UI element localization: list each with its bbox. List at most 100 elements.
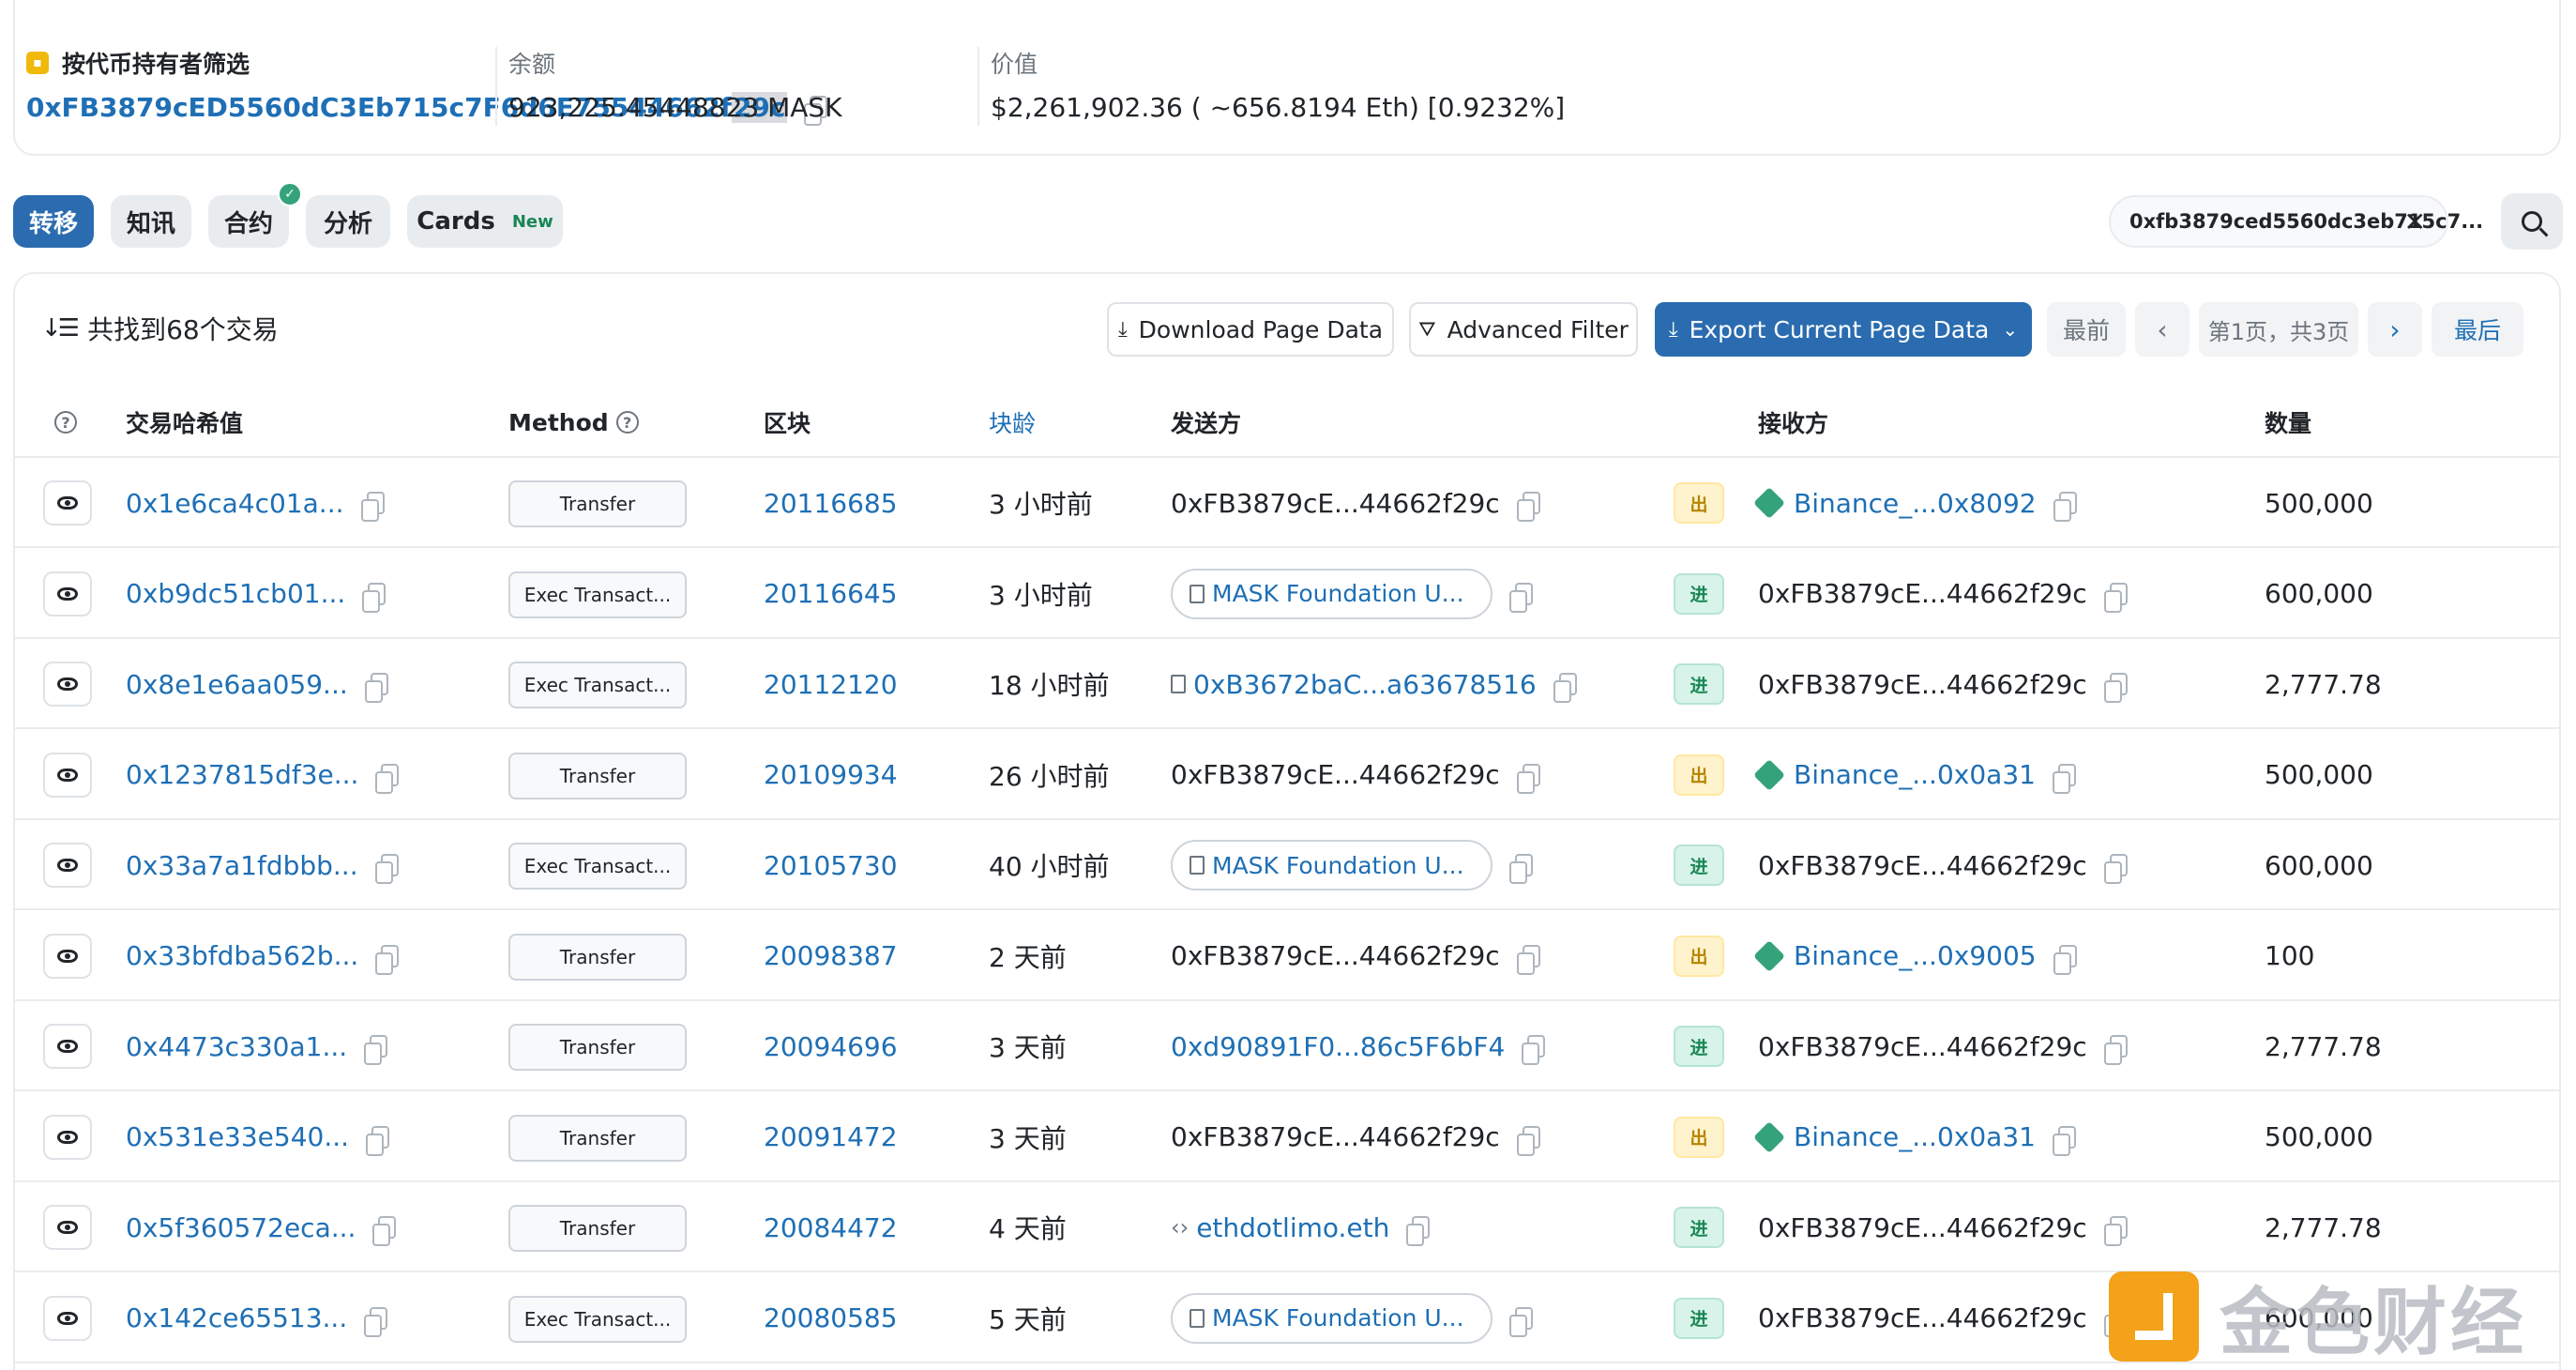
tab-contract[interactable]: 合约 <box>208 195 289 248</box>
block-link[interactable]: 20105730 <box>764 820 898 910</box>
close-icon[interactable]: ✕ <box>2404 206 2426 237</box>
to-address[interactable]: 0xFB3879cE...44662f29c <box>1758 850 2087 881</box>
block-link[interactable]: 20116645 <box>764 549 898 639</box>
copy-icon[interactable] <box>364 1035 388 1065</box>
prev-page-button[interactable]: ‹ <box>2135 302 2190 357</box>
to-address-link[interactable]: Binance_...0x0a31 <box>1794 1121 2036 1152</box>
copy-icon[interactable] <box>1508 1306 1533 1337</box>
tab-transfers[interactable]: 转移 <box>13 195 94 248</box>
copy-icon[interactable] <box>375 763 400 794</box>
from-address[interactable]: 0xFB3879cE...44662f29c <box>1171 488 1500 519</box>
to-address-link[interactable]: Binance_...0x0a31 <box>1794 759 2036 790</box>
sort-icon[interactable]: ↓☰ <box>41 314 80 342</box>
copy-icon[interactable] <box>2052 763 2076 794</box>
copy-icon[interactable] <box>2103 582 2128 613</box>
from-address-tag[interactable]: MASK Foundation U... <box>1171 840 1493 890</box>
view-details-button[interactable] <box>43 662 92 707</box>
view-details-button[interactable] <box>43 571 92 616</box>
copy-icon[interactable] <box>2103 1035 2128 1065</box>
tx-hash-link[interactable]: 0x4473c330a1... <box>126 1031 347 1062</box>
tab-info[interactable]: 知讯 <box>111 195 191 248</box>
tab-cards[interactable]: Cards New <box>407 195 563 248</box>
from-address[interactable]: 0xFB3879cE...44662f29c <box>1171 759 1500 790</box>
next-page-button[interactable]: › <box>2368 302 2422 357</box>
block-link[interactable]: 20084472 <box>764 1182 898 1272</box>
block-link[interactable]: 20109934 <box>764 730 898 820</box>
help-icon[interactable]: ? <box>615 411 639 434</box>
tx-hash-link[interactable]: 0x33bfdba562b... <box>126 940 358 971</box>
from-cell: MASK Foundation U... <box>1171 820 1533 910</box>
to-address[interactable]: 0xFB3879cE...44662f29c <box>1758 578 2087 609</box>
copy-icon[interactable] <box>1508 854 1533 884</box>
export-page-data-button[interactable]: ⤓ Export Current Page Data ⌄ <box>1655 302 2032 357</box>
block-link[interactable]: 20094696 <box>764 1001 898 1091</box>
copy-icon[interactable] <box>2052 1125 2076 1156</box>
view-details-button[interactable] <box>43 480 92 525</box>
view-details-button[interactable] <box>43 1114 92 1160</box>
copy-icon[interactable] <box>1522 1035 1546 1065</box>
from-address-link[interactable]: 0xd90891F0...86c5F6bF4 <box>1171 1031 1505 1062</box>
view-details-button[interactable] <box>43 843 92 888</box>
to-address[interactable]: 0xFB3879cE...44662f29c <box>1758 1302 2087 1333</box>
download-page-data-button[interactable]: ⤓ Download Page Data <box>1107 302 1394 357</box>
from-address-tag[interactable]: MASK Foundation U... <box>1171 1292 1493 1344</box>
tx-hash-link[interactable]: 0x531e33e540... <box>126 1121 349 1152</box>
block-link[interactable]: 20080585 <box>764 1273 898 1363</box>
view-details-button[interactable] <box>43 933 92 979</box>
copy-icon[interactable] <box>1508 582 1533 613</box>
copy-icon[interactable] <box>2053 944 2077 975</box>
tx-hash-link[interactable]: 0x5f360572eca... <box>126 1212 356 1243</box>
view-details-button[interactable] <box>43 1205 92 1250</box>
from-ens-link[interactable]: ethdotlimo.eth <box>1196 1212 1389 1243</box>
to-address-link[interactable]: Binance_...0x8092 <box>1794 488 2037 519</box>
copy-icon[interactable] <box>2103 1216 2128 1246</box>
copy-icon[interactable] <box>1516 763 1540 794</box>
copy-icon[interactable] <box>2103 673 2128 703</box>
from-address[interactable]: 0xFB3879cE...44662f29c <box>1171 940 1500 971</box>
tx-hash-link[interactable]: 0x33a7a1fdbbb... <box>126 850 358 881</box>
copy-icon[interactable] <box>1406 1216 1431 1246</box>
address-filter-chip[interactable]: 0xfb3879ced5560dc3eb715c7... ✕ <box>2109 195 2483 248</box>
copy-icon[interactable] <box>1516 944 1540 975</box>
view-details-button[interactable] <box>43 1024 92 1069</box>
to-address[interactable]: 0xFB3879cE...44662f29c <box>1758 1031 2087 1062</box>
search-button[interactable] <box>2501 193 2563 250</box>
copy-icon[interactable] <box>1516 1125 1540 1156</box>
copy-icon[interactable] <box>1553 673 1577 703</box>
copy-icon[interactable] <box>364 1306 388 1337</box>
view-details-button[interactable] <box>43 752 92 798</box>
copy-icon[interactable] <box>364 673 388 703</box>
copy-icon[interactable] <box>2053 492 2077 522</box>
tx-hash-link[interactable]: 0x1237815df3e... <box>126 759 358 790</box>
tx-hash-link[interactable]: 0x142ce65513... <box>126 1302 347 1333</box>
age-column-header[interactable]: 块龄 <box>989 403 1036 441</box>
block-link[interactable]: 20116685 <box>764 458 898 548</box>
copy-icon[interactable] <box>372 1216 397 1246</box>
last-page-button[interactable]: 最后 <box>2432 302 2523 357</box>
copy-icon[interactable] <box>2103 854 2128 884</box>
copy-icon[interactable] <box>366 1125 390 1156</box>
to-address[interactable]: 0xFB3879cE...44662f29c <box>1758 1212 2087 1243</box>
block-link[interactable]: 20098387 <box>764 911 898 1001</box>
from-address-tag[interactable]: MASK Foundation U... <box>1171 568 1493 619</box>
block-link[interactable]: 20112120 <box>764 639 898 729</box>
copy-icon[interactable] <box>360 492 385 522</box>
copy-icon[interactable] <box>374 854 399 884</box>
tx-hash-link[interactable]: 0x1e6ca4c01a... <box>126 488 344 519</box>
copy-icon[interactable] <box>1516 492 1540 522</box>
help-icon[interactable]: ? <box>54 411 77 434</box>
tx-hash-link[interactable]: 0x8e1e6aa059... <box>126 669 348 700</box>
advanced-filter-button[interactable]: ⛛ Advanced Filter <box>1409 302 1638 357</box>
view-details-button[interactable] <box>43 1295 92 1341</box>
from-address[interactable]: 0xFB3879cE...44662f29c <box>1171 1121 1500 1152</box>
tab-analytics[interactable]: 分析 <box>306 195 390 248</box>
to-address-link[interactable]: Binance_...0x9005 <box>1794 940 2037 971</box>
block-link[interactable]: 20091472 <box>764 1092 898 1182</box>
copy-icon[interactable] <box>375 944 400 975</box>
from-address-link[interactable]: 0xB3672baC...a63678516 <box>1193 669 1537 700</box>
copy-icon[interactable] <box>362 582 386 613</box>
tx-hash-link[interactable]: 0xb9dc51cb01... <box>126 578 345 609</box>
eye-icon <box>57 1221 78 1234</box>
first-page-button[interactable]: 最前 <box>2047 302 2126 357</box>
to-address[interactable]: 0xFB3879cE...44662f29c <box>1758 669 2087 700</box>
